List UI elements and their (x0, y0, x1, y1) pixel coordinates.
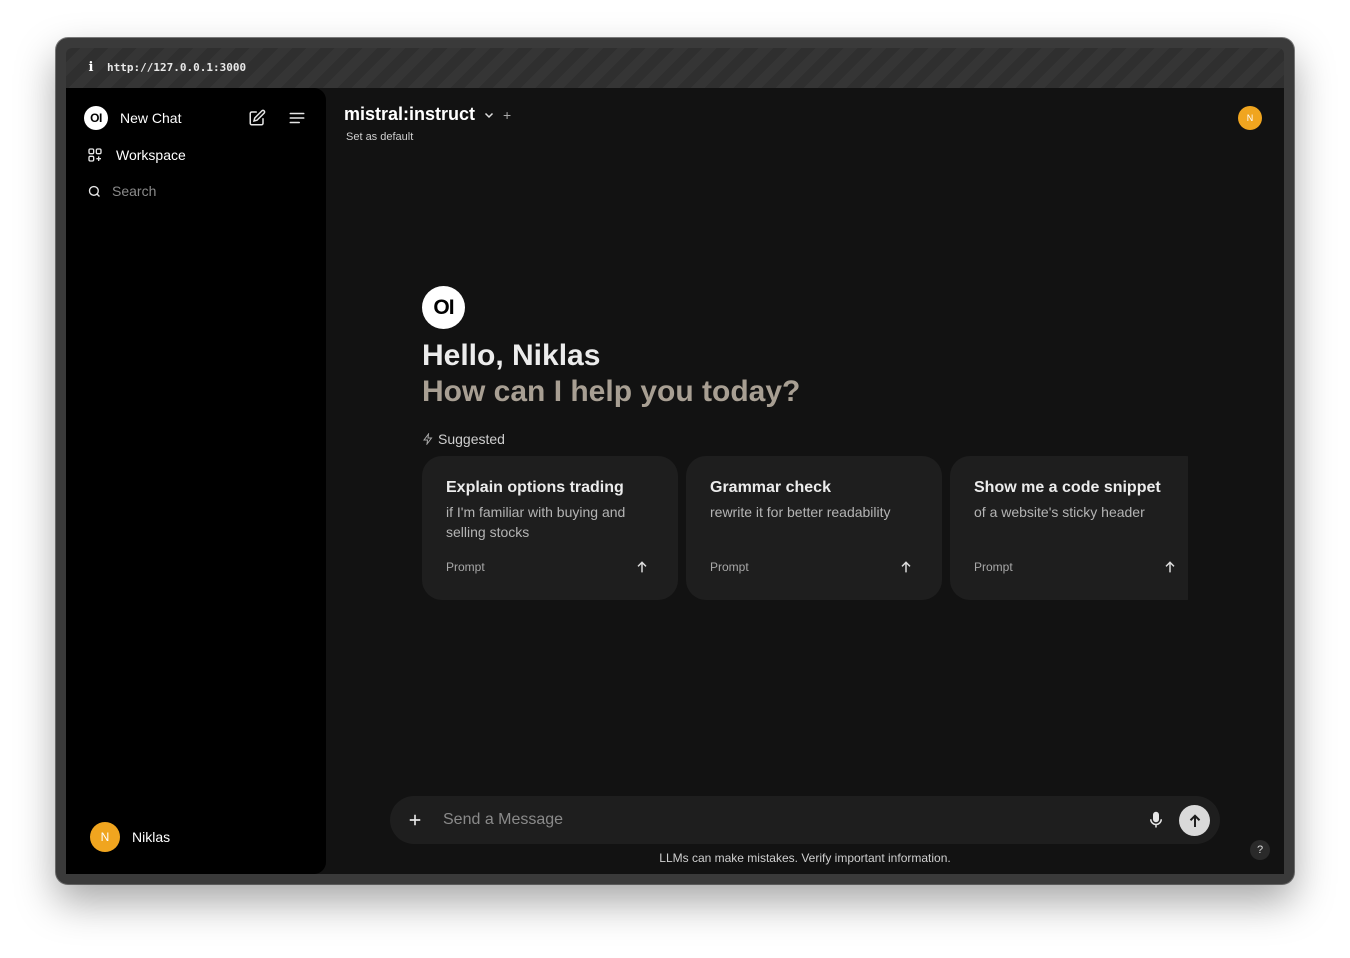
menu-icon[interactable] (288, 109, 306, 127)
hero-logo: OI (422, 286, 465, 329)
user-menu[interactable]: N Niklas (90, 822, 170, 852)
suggestion-card[interactable]: Show me a code snippet of a website's st… (950, 456, 1188, 600)
model-name: mistral:instruct (344, 104, 476, 124)
suggestion-tag: Prompt (446, 560, 485, 574)
suggested-label: Suggested (438, 431, 505, 447)
suggestion-subtitle: of a website's sticky header (974, 504, 1145, 520)
site-info-icon[interactable]: i (84, 59, 98, 77)
arrow-up-icon (1189, 813, 1200, 827)
plus-icon[interactable] (406, 811, 424, 829)
add-model-button[interactable]: + (503, 107, 511, 123)
avatar: N (90, 822, 120, 852)
bolt-icon (423, 433, 433, 445)
greeting-subtitle: How can I help you today? (422, 375, 801, 408)
suggestion-subtitle: rewrite it for better readability (710, 504, 891, 520)
search-input[interactable]: Search (112, 183, 156, 199)
workspace-icon (88, 148, 102, 162)
help-button[interactable]: ? (1250, 840, 1270, 860)
model-selector[interactable]: mistral:instruct + (344, 104, 511, 125)
avatar: N (1238, 106, 1262, 130)
sidebar: OI New Chat Workspace Search N Niklas (66, 88, 326, 874)
message-composer (390, 796, 1220, 844)
microphone-icon[interactable] (1147, 810, 1165, 830)
address-bar[interactable]: http://127.0.0.1:3000 (107, 60, 246, 76)
browser-toolbar: i http://127.0.0.1:3000 (66, 48, 1284, 88)
app-logo: OI (84, 106, 108, 130)
new-chat-button[interactable]: OI New Chat (84, 106, 181, 130)
sidebar-item-workspace[interactable]: Workspace (87, 147, 186, 163)
arrow-up-icon (901, 561, 911, 573)
suggestion-subtitle: if I'm familiar with buying and selling … (446, 504, 626, 540)
new-chat-label: New Chat (120, 110, 182, 126)
disclaimer-text: LLMs can make mistakes. Verify important… (659, 851, 951, 865)
header-avatar[interactable]: N (1238, 106, 1262, 130)
user-name: Niklas (132, 829, 171, 845)
message-input[interactable] (443, 806, 1123, 834)
set-default-link[interactable]: Set as default (346, 131, 413, 143)
app-root: OI New Chat Workspace Search N Niklas mi… (66, 88, 1284, 874)
suggestion-title: Show me a code snippet (974, 479, 1161, 496)
suggestion-title: Grammar check (710, 479, 831, 496)
suggestion-tag: Prompt (710, 560, 749, 574)
suggestion-card[interactable]: Explain options trading if I'm familiar … (422, 456, 678, 600)
compose-icon[interactable] (248, 109, 266, 127)
suggestion-card[interactable]: Grammar check rewrite it for better read… (686, 456, 942, 600)
sidebar-search[interactable]: Search (87, 183, 156, 199)
workspace-label: Workspace (116, 147, 186, 163)
arrow-up-icon (637, 561, 647, 573)
send-button[interactable] (1179, 805, 1210, 836)
chevron-down-icon (485, 112, 494, 118)
suggested-heading: Suggested (422, 431, 505, 447)
suggestion-list: Explain options trading if I'm familiar … (422, 456, 1188, 600)
browser-window: i http://127.0.0.1:3000 OI New Chat Work… (56, 38, 1294, 884)
search-icon (88, 185, 100, 197)
suggestion-title: Explain options trading (446, 479, 624, 496)
suggestion-tag: Prompt (974, 560, 1013, 574)
greeting: Hello, Niklas (422, 339, 601, 372)
arrow-up-icon (1165, 561, 1175, 573)
